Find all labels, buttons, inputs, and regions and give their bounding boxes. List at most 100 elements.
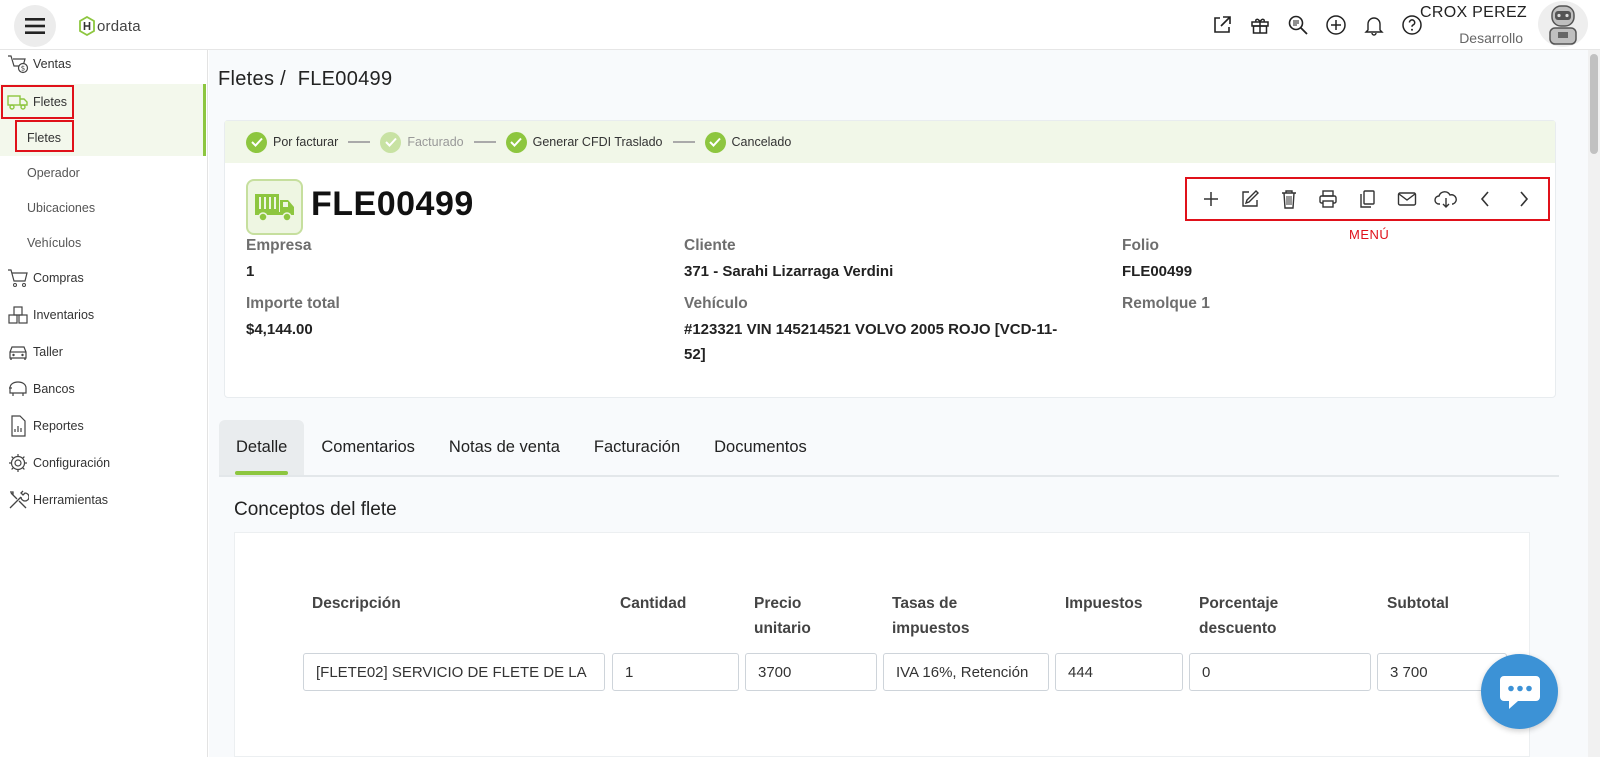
main-content: Fletes / FLE00499 Por facturar Facturado… [209, 50, 1600, 757]
sidebar-item-configuracion[interactable]: Configuración [0, 446, 206, 480]
delete-icon[interactable] [1273, 183, 1305, 215]
sidebar-item-ventas[interactable]: $ Ventas [0, 47, 206, 81]
sidebar-item-herramientas[interactable]: Herramientas [0, 483, 206, 517]
svg-text:$: $ [21, 65, 25, 73]
avatar[interactable] [1538, 1, 1588, 47]
scrollbar[interactable] [1588, 50, 1600, 757]
header-icons [1203, 12, 1431, 38]
tab-documentos[interactable]: Documentos [697, 420, 824, 475]
sidebar-item-reportes[interactable]: Reportes [0, 409, 206, 443]
sidebar-subitem-operador[interactable]: Operador [0, 156, 206, 190]
precio-input[interactable]: 3700 [745, 653, 877, 691]
descripcion-input[interactable]: [FLETE02] SERVICIO DE FLETE DE LA [303, 653, 605, 691]
check-icon [380, 131, 402, 153]
tab-detalle[interactable]: Detalle [219, 420, 305, 475]
hamburger-menu-button[interactable] [14, 5, 56, 47]
cliente-value: 371 - Sarahi Lizarraga Verdini [684, 263, 894, 280]
menu-icon [25, 18, 45, 34]
status-steps: Por facturar Facturado Generar CFDI Tras… [225, 121, 1555, 163]
sidebar-item-label: Reportes [33, 419, 84, 433]
check-icon [704, 131, 726, 153]
record-type-icon [246, 179, 303, 235]
plus-circle-icon[interactable] [1317, 12, 1355, 38]
sidebar-subitem-label: Operador [27, 166, 80, 180]
user-name[interactable]: CROX PEREZ [1420, 4, 1527, 22]
descuento-input[interactable]: 0 [1189, 653, 1371, 691]
breadcrumb-parent[interactable]: Fletes / [218, 68, 286, 90]
gift-icon[interactable] [1241, 12, 1279, 38]
record-toolbar [1185, 177, 1550, 221]
edit-icon[interactable] [1234, 183, 1266, 215]
copy-icon[interactable] [1351, 183, 1383, 215]
importe-label: Importe total [246, 295, 340, 312]
email-icon[interactable] [1391, 183, 1423, 215]
column-header-tasas: Tasas de impuestos [892, 595, 970, 637]
empresa-value: 1 [246, 263, 255, 280]
column-header-descuento: Porcentaje descuento [1199, 595, 1279, 637]
step-cancelado: Cancelado [704, 131, 792, 153]
active-indicator [203, 84, 206, 120]
column-header-precio: Precio unitario [754, 595, 811, 637]
sidebar-item-label: Inventarios [33, 308, 95, 322]
sidebar-item-bancos[interactable]: Bancos [0, 372, 206, 406]
annotation-box-fletes-sub [15, 120, 74, 152]
tab-notas-de-venta[interactable]: Notas de venta [432, 420, 577, 475]
check-icon [246, 131, 267, 153]
app-logo[interactable]: ordata [78, 16, 141, 36]
bank-icon [5, 377, 31, 401]
add-icon[interactable] [1195, 183, 1227, 215]
breadcrumb-current: FLE00499 [297, 68, 393, 90]
sidebar-subitem-label: Ubicaciones [27, 201, 96, 215]
robot-avatar-icon [1549, 5, 1577, 45]
sidebar-item-label: Compras [33, 271, 84, 285]
section-title: Conceptos del flete [234, 499, 397, 520]
folio-value: FLE00499 [1122, 263, 1193, 280]
cliente-label: Cliente [684, 237, 736, 254]
impuestos-input[interactable]: 444 [1055, 653, 1183, 691]
tab-facturacion[interactable]: Facturación [577, 420, 697, 475]
vehiculo-value-line1: #123321 VIN 145214521 VOLVO 2005 ROJO [V… [684, 321, 1058, 338]
column-header-impuestos: Impuestos [1065, 595, 1143, 612]
record-card: Por facturar Facturado Generar CFDI Tras… [224, 120, 1556, 398]
bell-icon[interactable] [1355, 12, 1393, 38]
cloud-download-icon[interactable] [1430, 183, 1462, 215]
tasas-input[interactable]: IVA 16%, Retención [883, 653, 1049, 691]
scrollbar-thumb[interactable] [1590, 54, 1598, 154]
report-icon [5, 414, 31, 438]
chat-button[interactable] [1481, 654, 1558, 729]
step-label: Por facturar [273, 135, 339, 149]
step-connector [348, 141, 371, 143]
annotation-box-fletes [1, 85, 74, 119]
tools-icon [5, 488, 31, 512]
sidebar-item-label: Taller [33, 345, 63, 359]
folio-label: Folio [1122, 237, 1160, 254]
sidebar-item-label: Ventas [33, 57, 72, 71]
cantidad-input[interactable]: 1 [612, 653, 739, 691]
menu-annotation: MENÚ [1349, 227, 1390, 242]
search-zoom-icon[interactable] [1279, 12, 1317, 38]
sidebar-subitem-ubicaciones[interactable]: Ubicaciones [0, 191, 206, 225]
sidebar-subitem-label: Vehículos [27, 236, 82, 250]
importe-value: $4,144.00 [246, 321, 313, 338]
sidebar-item-taller[interactable]: Taller [0, 335, 206, 369]
step-por-facturar: Por facturar [246, 131, 339, 153]
empresa-label: Empresa [246, 237, 312, 254]
sidebar-subitem-vehiculos[interactable]: Vehículos [0, 226, 206, 260]
external-link-icon[interactable] [1203, 12, 1241, 38]
print-icon[interactable] [1312, 183, 1344, 215]
next-icon[interactable] [1508, 183, 1540, 215]
chat-icon [1499, 675, 1540, 709]
top-bar: ordata CROX PEREZ Desarrollo [0, 0, 1600, 50]
sales-icon: $ [5, 52, 31, 76]
step-label: Generar CFDI Traslado [532, 135, 663, 149]
sidebar: $ Ventas Fletes Fletes Operador Ubicacio… [0, 50, 208, 757]
column-header-cantidad: Cantidad [620, 595, 687, 612]
sidebar-item-inventarios[interactable]: Inventarios [0, 298, 206, 332]
tab-comentarios[interactable]: Comentarios [304, 420, 432, 475]
step-label: Cancelado [731, 135, 792, 149]
prev-icon[interactable] [1469, 183, 1501, 215]
sidebar-item-label: Configuración [33, 456, 111, 470]
active-indicator [203, 120, 206, 156]
sidebar-item-compras[interactable]: Compras [0, 261, 206, 295]
boxes-icon [5, 303, 31, 327]
